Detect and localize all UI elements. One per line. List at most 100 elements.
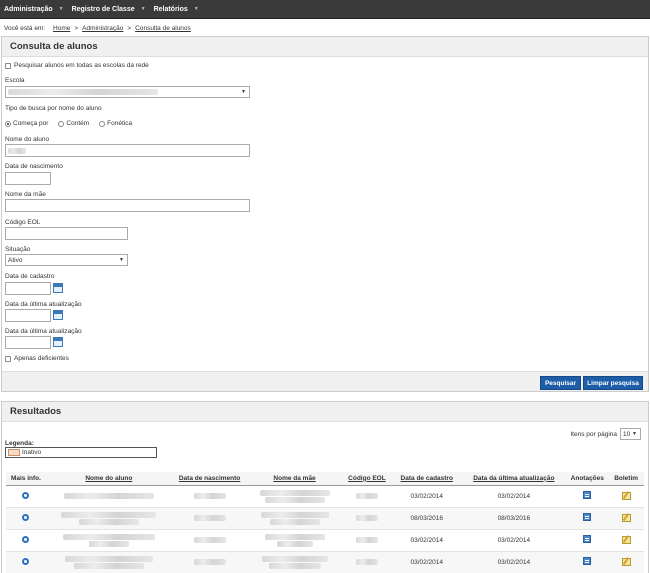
search-panel-title: Consulta de alunos <box>2 37 648 57</box>
redacted-text <box>193 559 226 565</box>
nascimento-cell <box>171 485 248 508</box>
legend-box: Inativo <box>5 447 157 458</box>
col-mais-info: Mais info. <box>6 472 46 486</box>
eol-label: Código EOL <box>5 219 41 226</box>
eol-input[interactable] <box>5 227 128 240</box>
table-row: 03/02/2014 03/02/2014 <box>6 485 644 508</box>
redacted-text <box>269 518 320 525</box>
redacted-text <box>259 489 330 496</box>
radio-comeca-por[interactable] <box>5 120 11 127</box>
col-boletim: Boletim <box>608 472 644 486</box>
breadcrumb-administracao[interactable]: Administração <box>82 25 123 32</box>
nome-aluno-cell <box>45 485 172 508</box>
deficientes-label: Apenas deficientes <box>14 355 69 362</box>
situacao-label: Situação <box>5 246 31 253</box>
info-cell <box>6 485 46 508</box>
items-per-page-value: 10 <box>623 430 631 438</box>
radio-label: Começa por <box>13 120 49 127</box>
anotacoes-cell <box>566 551 609 573</box>
nav-label: Administração <box>4 5 53 13</box>
breadcrumb-consulta[interactable]: Consulta de alunos <box>135 25 191 32</box>
boletim-cell <box>608 507 644 530</box>
info-cell <box>6 529 46 552</box>
search-all-checkbox[interactable] <box>5 62 11 69</box>
clear-search-button[interactable]: Limpar pesquisa <box>583 376 643 390</box>
chevron-down-icon: ▼ <box>58 6 64 12</box>
info-icon[interactable] <box>22 535 30 543</box>
cadastro-cell: 03/02/2014 <box>392 529 462 552</box>
boletim-cell <box>608 529 644 552</box>
col-data-cadastro[interactable]: Data de cadastro <box>392 472 462 486</box>
eol-cell <box>341 551 393 573</box>
atualizacao-cell: 03/02/2014 <box>461 551 567 573</box>
calendar-icon[interactable] <box>53 337 63 347</box>
redacted-text <box>78 518 139 525</box>
nav-relatorios[interactable]: Relatórios ▼ <box>154 6 199 13</box>
situacao-value: Ativo <box>8 256 23 264</box>
nome-mae-cell <box>247 485 342 508</box>
notes-icon[interactable] <box>583 557 592 565</box>
nome-aluno-label: Nome do aluno <box>5 136 50 143</box>
cadastro-input[interactable] <box>5 282 51 295</box>
busca-radio-group: Começa por Contém Fonética <box>5 120 132 127</box>
search-actions-bar: Pesquisar Limpar pesquisa <box>2 371 648 391</box>
col-nome-aluno[interactable]: Nome do aluno <box>45 472 172 486</box>
items-per-page-label: Itens por página <box>570 430 617 438</box>
notes-icon[interactable] <box>583 535 592 543</box>
deficientes-row: Apenas deficientes <box>5 355 69 362</box>
results-table: Mais info. Nome do aluno Data de nascime… <box>6 472 644 573</box>
nav-label: Registro de Classe <box>71 5 135 13</box>
redacted-text <box>62 533 155 540</box>
atualizacao-input-2[interactable] <box>5 336 51 349</box>
boletim-cell <box>608 551 644 573</box>
legend-item-label: Inativo <box>22 449 42 456</box>
eol-cell <box>341 507 393 530</box>
radio-fonetica[interactable] <box>99 120 106 127</box>
deficientes-checkbox[interactable] <box>5 355 11 362</box>
redacted-text <box>193 493 226 499</box>
mae-label: Nome da mãe <box>5 191 46 198</box>
nascimento-input[interactable] <box>5 172 51 185</box>
nav-administracao[interactable]: Administração ▼ <box>4 6 64 13</box>
eol-cell <box>341 529 393 552</box>
col-data-nascimento[interactable]: Data de nascimento <box>171 472 248 486</box>
redacted-text <box>264 496 325 503</box>
atualizacao-cell: 03/02/2014 <box>461 529 567 552</box>
nome-mae-cell <box>247 551 342 573</box>
report-card-icon[interactable] <box>621 557 631 566</box>
atualizacao-input-1[interactable] <box>5 309 51 322</box>
calendar-icon[interactable] <box>53 283 63 293</box>
calendar-icon[interactable] <box>53 310 63 320</box>
redacted-text <box>73 562 144 569</box>
search-all-label: Pesquisar alunos em todas as escolas da … <box>14 62 149 69</box>
legend-swatch-inactive <box>8 449 20 456</box>
top-navigation: Administração ▼ Registro de Classe ▼ Relat… <box>0 0 650 19</box>
report-card-icon[interactable] <box>621 535 631 544</box>
nome-aluno-input[interactable] <box>5 144 250 157</box>
search-button[interactable]: Pesquisar <box>540 376 581 390</box>
breadcrumb-home[interactable]: Home <box>53 25 70 32</box>
escola-select[interactable]: ▼ <box>5 86 250 98</box>
notes-icon[interactable] <box>583 513 592 521</box>
redacted-text <box>260 511 329 518</box>
mae-input[interactable] <box>5 199 250 212</box>
situacao-select[interactable]: Ativo ▼ <box>5 254 128 266</box>
results-panel-title: Resultados <box>2 402 648 422</box>
nome-mae-cell <box>247 529 342 552</box>
radio-contem[interactable] <box>58 120 65 127</box>
report-card-icon[interactable] <box>621 491 631 500</box>
table-header-row: Mais info. Nome do aluno Data de nascime… <box>6 472 644 486</box>
col-data-atualizacao[interactable]: Data da última atualização <box>461 472 567 486</box>
col-codigo-eol[interactable]: Código EOL <box>341 472 393 486</box>
items-per-page-select[interactable]: 10 ▼ <box>620 428 641 440</box>
notes-icon[interactable] <box>583 491 592 499</box>
info-icon[interactable] <box>22 491 30 499</box>
search-all-row: Pesquisar alunos em todas as escolas da … <box>5 62 149 69</box>
nav-registro-de-classe[interactable]: Registro de Classe ▼ <box>72 6 146 13</box>
cadastro-cell: 08/03/2016 <box>392 507 462 530</box>
info-icon[interactable] <box>22 557 30 565</box>
col-nome-mae[interactable]: Nome da mãe <box>247 472 342 486</box>
report-card-icon[interactable] <box>621 513 631 522</box>
info-icon[interactable] <box>22 513 30 521</box>
nome-aluno-cell <box>45 529 172 552</box>
